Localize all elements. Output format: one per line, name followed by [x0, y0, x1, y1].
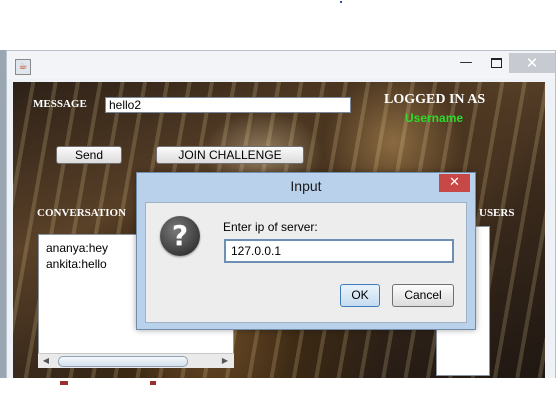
- join-challenge-button[interactable]: JOIN CHALLENGE: [156, 146, 304, 164]
- java-cup-icon: ☕: [15, 59, 31, 75]
- question-icon: ?: [160, 216, 200, 256]
- close-button[interactable]: ✕: [509, 53, 555, 73]
- message-label: MESSAGE: [33, 98, 87, 110]
- username-label: Username: [405, 111, 464, 125]
- message-input[interactable]: hello2: [105, 97, 351, 113]
- desktop-dot: [340, 1, 342, 3]
- desktop-mark: [60, 381, 68, 385]
- server-ip-input[interactable]: 127.0.0.1: [224, 239, 454, 263]
- close-icon: ✕: [525, 54, 539, 72]
- desktop-background-bottom: [0, 378, 556, 401]
- title-bar[interactable]: ☕ — ✕: [7, 51, 555, 79]
- send-button[interactable]: Send: [56, 146, 122, 164]
- list-item: ankita:hello: [46, 257, 107, 271]
- dialog-body: ? Enter ip of server: 127.0.0.1 OK Cance…: [145, 202, 467, 323]
- logged-in-label: LOGGED IN AS: [384, 92, 486, 107]
- dialog-title: Input: [290, 178, 322, 194]
- input-dialog: Input ✕ ? Enter ip of server: 127.0.0.1 …: [136, 172, 476, 330]
- horizontal-scrollbar[interactable]: ◀ ▶: [38, 353, 234, 368]
- cancel-button[interactable]: Cancel: [392, 284, 454, 307]
- scroll-right-icon[interactable]: ▶: [219, 355, 231, 367]
- maximize-icon: [490, 57, 502, 68]
- list-item: ananya:hey: [46, 241, 109, 255]
- conversation-label: CONVERSATION: [37, 207, 127, 219]
- minimize-icon: —: [459, 55, 473, 70]
- dialog-prompt: Enter ip of server:: [223, 220, 318, 234]
- maximize-button[interactable]: [481, 53, 511, 73]
- close-icon: ✕: [449, 175, 460, 190]
- scrollbar-thumb[interactable]: [58, 356, 188, 367]
- users-label: USERS: [479, 207, 515, 219]
- ok-button[interactable]: OK: [340, 284, 380, 307]
- dialog-close-button[interactable]: ✕: [439, 174, 470, 192]
- desktop-mark: [150, 381, 156, 385]
- scroll-left-icon[interactable]: ◀: [40, 355, 52, 367]
- minimize-button[interactable]: —: [451, 53, 481, 73]
